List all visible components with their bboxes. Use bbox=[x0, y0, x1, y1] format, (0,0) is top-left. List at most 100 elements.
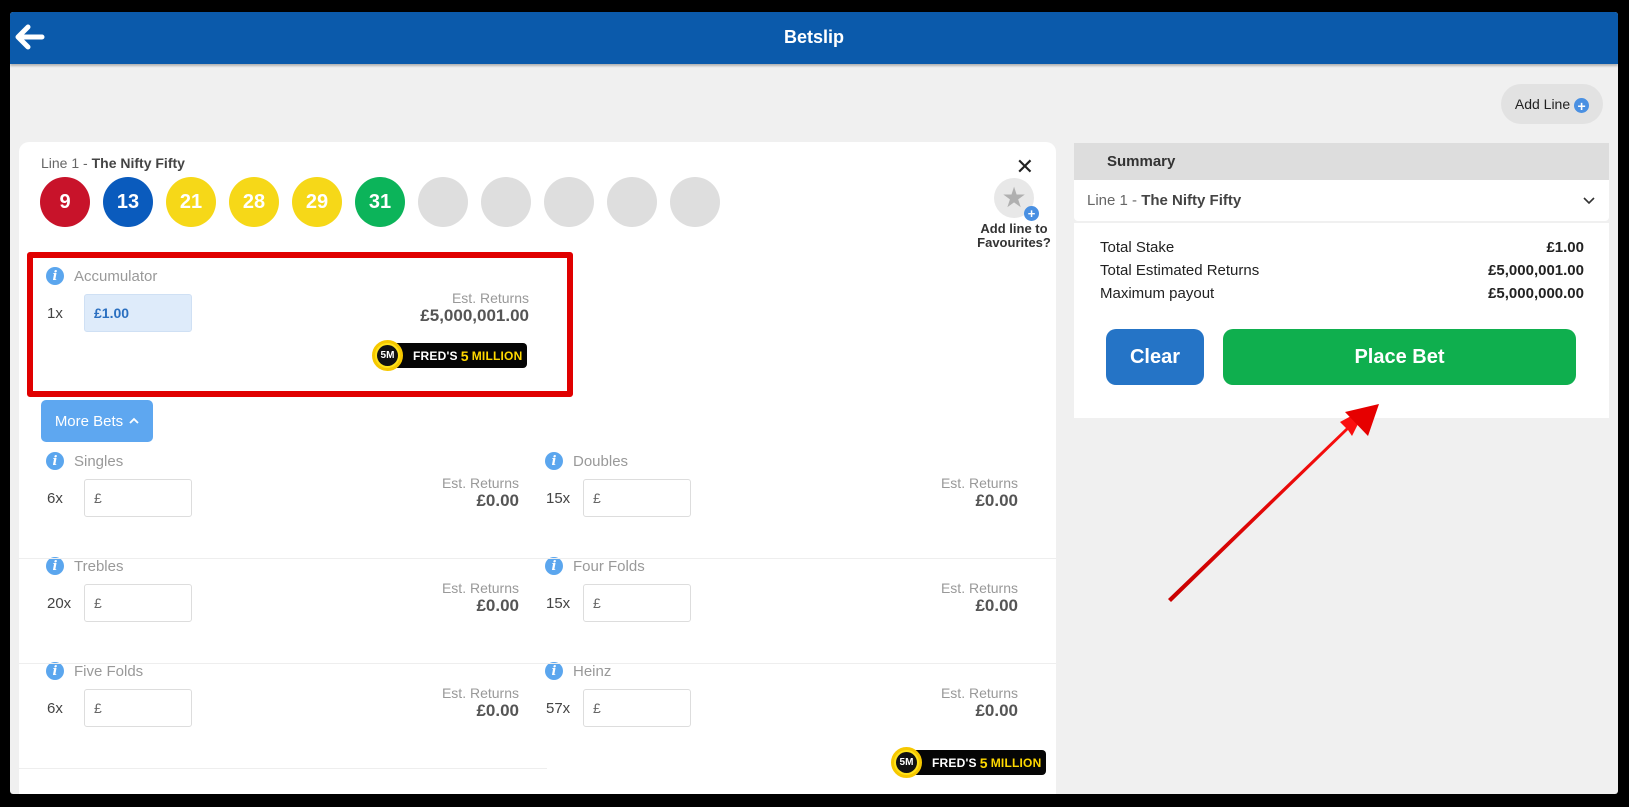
bet-multiplier: 6x bbox=[47, 490, 63, 507]
chevron-up-icon bbox=[129, 417, 139, 424]
stake-input[interactable]: £ bbox=[84, 584, 192, 622]
bet-type-label: i Four Folds bbox=[545, 557, 645, 575]
est-returns-label: Est. Returns bbox=[441, 685, 519, 701]
empty-ball-slot bbox=[481, 177, 531, 227]
accumulator-stake-input[interactable]: £1.00 bbox=[84, 294, 192, 332]
empty-ball-slot bbox=[670, 177, 720, 227]
number-ball: 9 bbox=[40, 177, 90, 227]
page-title: Betslip bbox=[783, 27, 844, 47]
est-returns-label: Est. Returns bbox=[940, 475, 1018, 491]
plus-circle-icon: + bbox=[1024, 206, 1039, 221]
number-ball: 29 bbox=[292, 177, 342, 227]
maximum-payout-row: Maximum payout £5,000,000.00 bbox=[1100, 285, 1584, 302]
summary-body: Total Stake £1.00 Total Estimated Return… bbox=[1074, 223, 1609, 418]
favourites-label-line1: Add line to bbox=[980, 221, 1048, 236]
favourites-label: Add line to Favourites? bbox=[974, 222, 1054, 250]
line-number: Line 1 - bbox=[41, 155, 92, 171]
chevron-down-icon bbox=[1583, 180, 1595, 221]
divider bbox=[19, 663, 1056, 664]
divider bbox=[19, 558, 1056, 559]
5m-coin-icon: 5M bbox=[372, 340, 403, 371]
add-to-favourites-button[interactable]: ★ + Add line to Favourites? bbox=[974, 178, 1054, 250]
more-bets-button[interactable]: More Bets bbox=[41, 400, 153, 442]
line-title: Line 1 - The Nifty Fifty bbox=[41, 155, 185, 171]
accumulator-label: i Accumulator bbox=[46, 267, 157, 285]
bet-type-label: i Doubles bbox=[545, 452, 628, 470]
est-returns-label: Est. Returns bbox=[940, 580, 1018, 596]
badge-prefix: FRED'S bbox=[932, 755, 977, 770]
badge-suffix: MILLION bbox=[990, 755, 1042, 770]
bet-type-name: Four Folds bbox=[573, 557, 645, 575]
bet-multiplier: 57x bbox=[546, 700, 571, 717]
summary-title: Summary bbox=[1074, 143, 1609, 180]
est-returns-label: Est. Returns bbox=[441, 580, 519, 596]
more-bets-label: More Bets bbox=[54, 412, 124, 430]
freds-5-million-badge: FRED'S 5 MILLION 5M bbox=[372, 340, 527, 371]
info-icon[interactable]: i bbox=[46, 662, 64, 680]
bet-multiplier: 20x bbox=[47, 595, 72, 612]
est-returns: Est. Returns £0.00 bbox=[319, 685, 519, 721]
info-icon[interactable]: i bbox=[46, 267, 64, 285]
est-returns: Est. Returns £0.00 bbox=[818, 580, 1018, 616]
coin-text: 5M bbox=[896, 752, 917, 773]
line-card: Line 1 - The Nifty Fifty 9 13 21 28 29 31 ✕ ★… bbox=[19, 142, 1056, 794]
bet-type-label: Accumulator bbox=[74, 267, 158, 285]
summary-line-dropdown[interactable]: Line 1 - The Nifty Fifty bbox=[1074, 180, 1609, 221]
add-line-label: Add Line bbox=[1514, 96, 1571, 112]
divider bbox=[19, 768, 547, 769]
number-ball: 13 bbox=[103, 177, 153, 227]
info-icon[interactable]: i bbox=[545, 452, 563, 470]
favourites-label-line2: Favourites? bbox=[977, 235, 1051, 250]
est-returns-value: £5,000,001.00 bbox=[420, 306, 529, 325]
summary-panel: Summary Line 1 - The Nifty Fifty Total S… bbox=[1074, 143, 1609, 418]
stake-input[interactable]: £ bbox=[84, 689, 192, 727]
info-icon[interactable]: i bbox=[46, 557, 64, 575]
bet-type-label: i Five Folds bbox=[46, 662, 143, 680]
summary-line-number: Line 1 - bbox=[1087, 192, 1142, 209]
summary-row-label: Total Stake bbox=[1100, 239, 1175, 256]
est-returns-value: £0.00 bbox=[975, 491, 1018, 510]
bet-multiplier: 6x bbox=[47, 700, 63, 717]
summary-row-label: Maximum payout bbox=[1100, 285, 1215, 302]
badge-suffix: MILLION bbox=[471, 348, 523, 363]
badge-text: FRED'S 5 MILLION bbox=[905, 750, 1046, 775]
bet-multiplier: 15x bbox=[546, 595, 571, 612]
bet-type-name: Heinz bbox=[573, 662, 612, 680]
add-line-button[interactable]: Add Line + bbox=[1501, 84, 1603, 124]
bet-type-name: Singles bbox=[74, 452, 124, 470]
accumulator-multiplier: 1x bbox=[47, 305, 63, 322]
stake-input[interactable]: £ bbox=[583, 689, 691, 727]
est-returns-value: £0.00 bbox=[975, 701, 1018, 720]
bet-multiplier: 15x bbox=[546, 490, 571, 507]
total-estimated-returns-row: Total Estimated Returns £5,000,001.00 bbox=[1100, 262, 1584, 279]
summary-row-value: £5,000,001.00 bbox=[1488, 262, 1584, 279]
number-ball: 31 bbox=[355, 177, 405, 227]
clear-button[interactable]: Clear bbox=[1106, 329, 1204, 385]
place-bet-button[interactable]: Place Bet bbox=[1223, 329, 1576, 385]
number-ball: 21 bbox=[166, 177, 216, 227]
bet-type-label: i Trebles bbox=[46, 557, 123, 575]
number-balls: 9 13 21 28 29 31 bbox=[40, 177, 720, 227]
empty-ball-slot bbox=[544, 177, 594, 227]
empty-ball-slot bbox=[418, 177, 468, 227]
stake-input[interactable]: £ bbox=[583, 584, 691, 622]
stake-input[interactable]: £ bbox=[84, 479, 192, 517]
stake-input[interactable]: £ bbox=[583, 479, 691, 517]
bet-type-name: Trebles bbox=[74, 557, 124, 575]
summary-row-label: Total Estimated Returns bbox=[1100, 262, 1260, 279]
info-icon[interactable]: i bbox=[545, 662, 563, 680]
est-returns-value: £0.00 bbox=[476, 491, 519, 510]
badge-prefix: FRED'S bbox=[413, 348, 458, 363]
info-icon[interactable]: i bbox=[545, 557, 563, 575]
close-icon[interactable]: ✕ bbox=[1016, 154, 1034, 180]
game-name: The Nifty Fifty bbox=[91, 155, 185, 171]
bet-type-label: i Singles bbox=[46, 452, 123, 470]
info-icon[interactable]: i bbox=[46, 452, 64, 470]
accumulator-est-returns: Est. Returns £5,000,001.00 bbox=[420, 290, 529, 326]
badge-highlight: 5 bbox=[979, 754, 988, 771]
total-stake-row: Total Stake £1.00 bbox=[1100, 239, 1584, 256]
est-returns: Est. Returns £0.00 bbox=[818, 475, 1018, 511]
summary-row-value: £1.00 bbox=[1546, 239, 1584, 256]
est-returns-value: £0.00 bbox=[476, 596, 519, 615]
badge-highlight: 5 bbox=[460, 347, 469, 364]
